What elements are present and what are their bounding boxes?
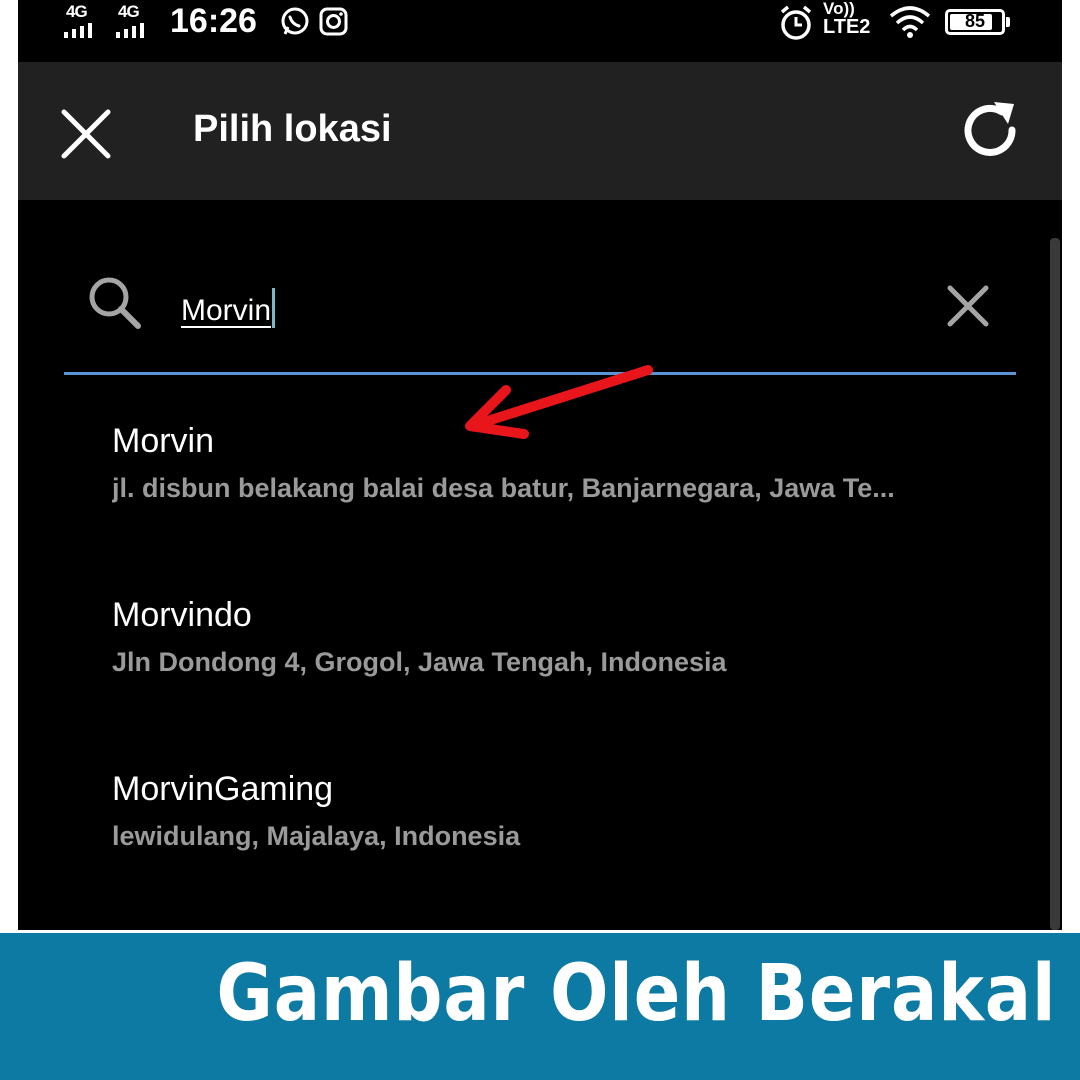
text-cursor [272,288,276,328]
location-name: MorvinGaming [112,770,334,808]
search-input[interactable]: Morvin [181,288,276,328]
location-address: Jln Dondong 4, Grogol, Jawa Tengah, Indo… [112,647,727,677]
location-result[interactable]: Morvindo Jln Dondong 4, Grogol, Jawa Ten… [112,596,1012,678]
search-input-value: Morvin [181,294,272,327]
signal-sim1-icon: 4G [62,2,102,42]
battery-level: 85 [964,11,986,31]
annotation-arrow-icon [465,365,653,439]
signal-sim2-icon: 4G [114,2,154,42]
battery-terminal [1006,17,1010,27]
search-icon [89,277,141,329]
search-bar: Morvin [64,258,1016,376]
app-bar: Pilih lokasi [18,62,1062,200]
refresh-icon[interactable] [956,96,1026,166]
screenshot-frame: 4G 4G 16:26 Vo)) LTE2 85 Pilih lokasi Mo… [0,0,1080,1080]
credit-banner: Gambar Oleh Berakal [0,930,1080,1080]
scrollbar[interactable] [1050,238,1060,930]
clock: 16:26 [170,2,257,40]
status-bar: 4G 4G 16:26 Vo)) LTE2 85 [18,0,1062,62]
phone-screen: 4G 4G 16:26 Vo)) LTE2 85 Pilih lokasi Mo… [18,0,1062,930]
location-name: Morvindo [112,596,252,634]
credit-text: Gambar Oleh Berakal [216,949,1056,1039]
clear-icon[interactable] [944,282,992,330]
lte-label: LTE2 [823,16,871,38]
volte-icon: Vo)) LTE2 [823,0,871,38]
instagram-icon [319,7,348,36]
location-address: lewidulang, Majalaya, Indonesia [112,821,521,851]
close-icon[interactable] [54,102,118,166]
page-title: Pilih lokasi [193,108,392,150]
battery-icon: 85 [945,9,1010,35]
whatsapp-icon [281,7,309,35]
wifi-icon [889,6,931,38]
alarm-icon [780,5,812,40]
location-address: jl. disbun belakang balai desa batur, Ba… [112,473,895,503]
location-result[interactable]: MorvinGaming lewidulang, Majalaya, Indon… [112,770,1012,852]
signal-bars-icon [116,23,144,38]
signal-bars-icon [64,23,92,38]
